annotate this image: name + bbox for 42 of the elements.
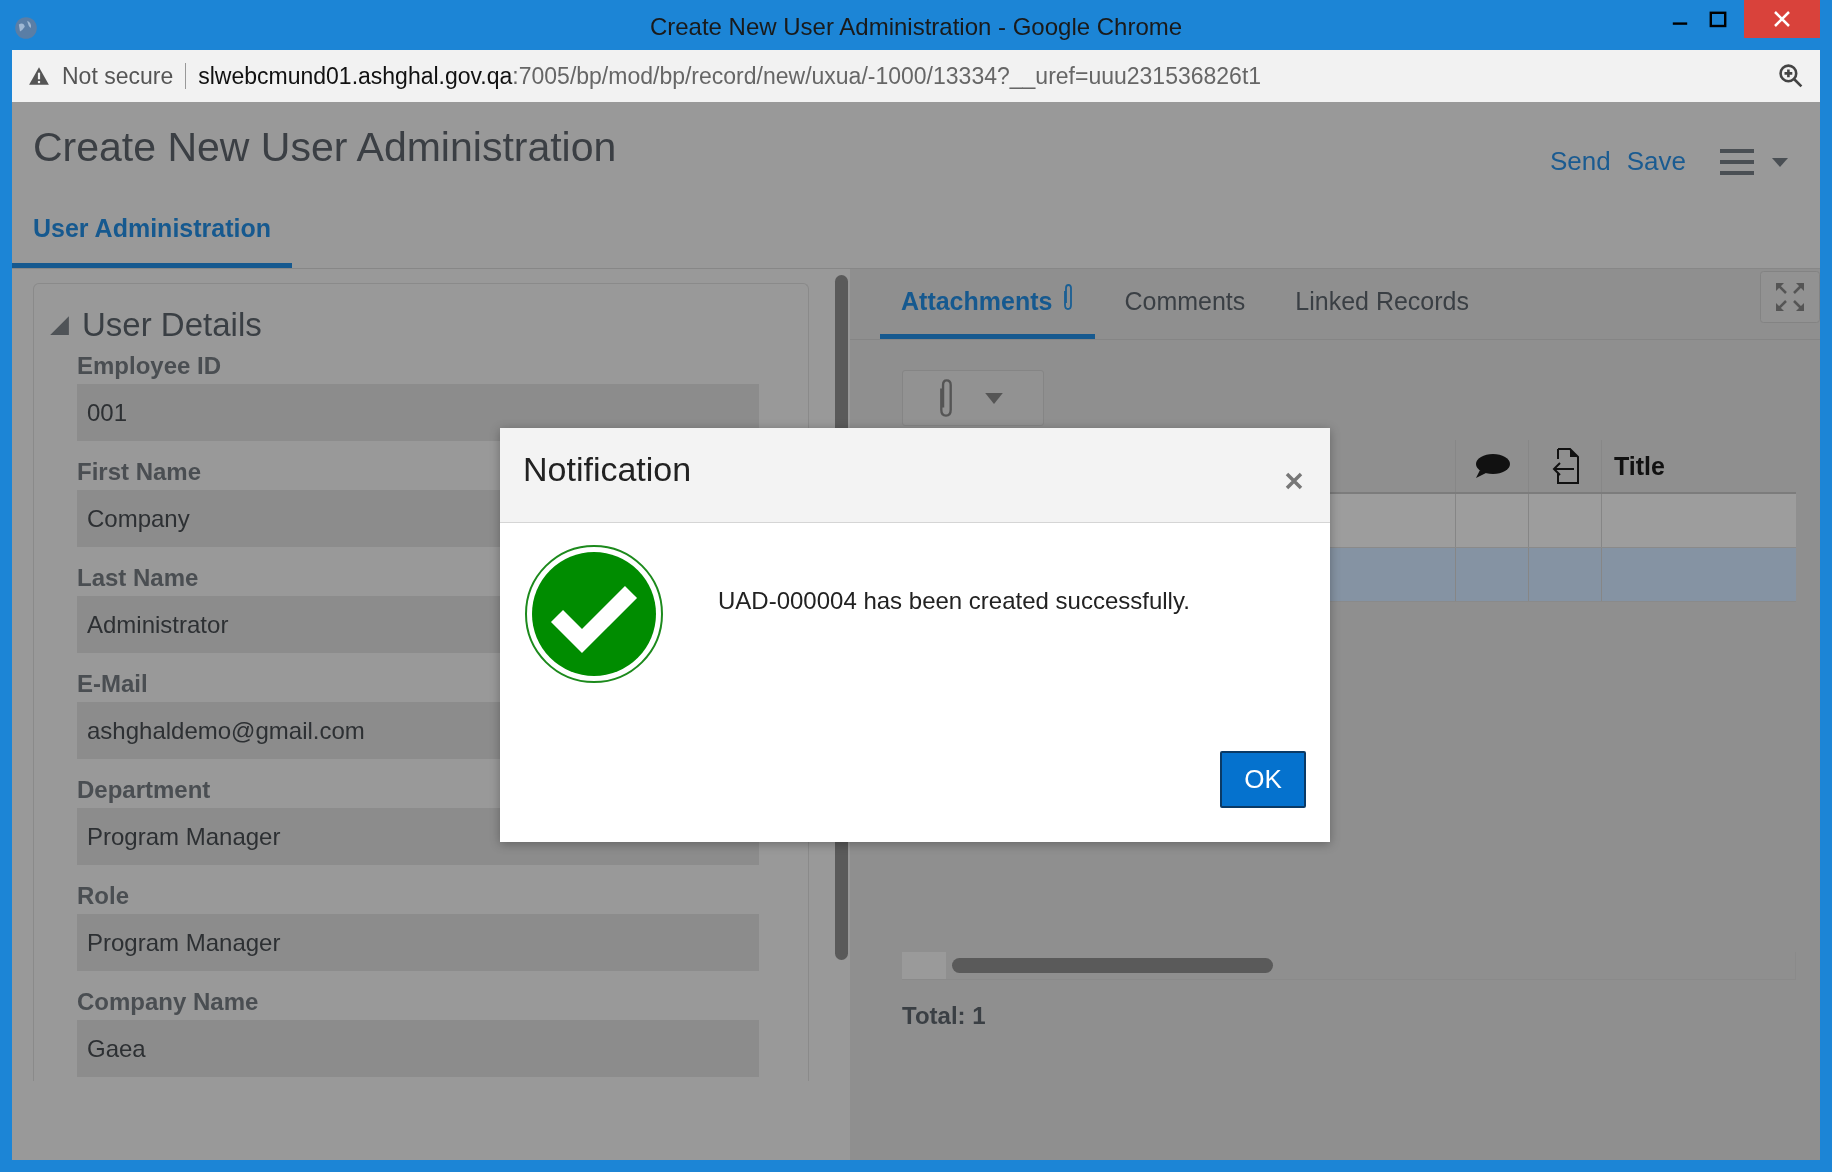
column-header[interactable]: Title <box>1601 440 1796 492</box>
success-check-icon <box>524 544 664 684</box>
file-import-icon <box>1550 448 1580 484</box>
field-label: Company Name <box>77 988 259 1016</box>
paperclip-icon <box>937 378 955 418</box>
globe-icon <box>14 16 38 40</box>
tab[interactable]: Linked Records <box>1274 287 1490 339</box>
input-field[interactable]: Program Manager <box>77 914 759 971</box>
input-field[interactable]: 001 <box>77 384 759 441</box>
action-link[interactable]: Save <box>1626 146 1686 177</box>
collapse-triangle-icon[interactable] <box>48 314 70 336</box>
comment-icon <box>1474 453 1510 479</box>
field-label: Employee ID <box>77 352 222 380</box>
warning-icon <box>28 65 50 87</box>
close-icon[interactable] <box>1284 471 1304 491</box>
tab[interactable]: Comments <box>1103 287 1267 339</box>
tab[interactable]: Attachments <box>880 287 1096 339</box>
dialog-title: Notification <box>523 449 692 489</box>
page-title: Create New User Administration <box>33 124 617 171</box>
ok-button[interactable]: OK <box>1220 751 1306 808</box>
close-icon[interactable] <box>1744 0 1820 38</box>
caret-icon <box>985 392 1003 404</box>
field-label: E-Mail <box>77 670 148 698</box>
total-count: Total: 1 <box>902 1002 986 1030</box>
address-bar[interactable]: Not secure slwebcmund01.ashghal.gov.qa:7005/bp/mod/bp/record/new/uxua/-1000/13334?__uref=uuu231536826t1 <box>12 50 1820 102</box>
url-text: slwebcmund01.ashghal.gov.qa:7005/bp/mod/bp/record/new/uxua/-1000/13334?__uref=uuu231536826t1 <box>198 62 1263 90</box>
attach-button[interactable] <box>902 370 1044 426</box>
zoom-icon[interactable] <box>1778 63 1804 89</box>
action-link[interactable]: Send <box>1550 146 1611 177</box>
field-label: Department <box>77 776 211 804</box>
section-title: User Details <box>82 306 262 344</box>
field-label: Role <box>77 882 129 910</box>
input-field[interactable]: Gaea <box>77 1020 759 1077</box>
window-title: Create New User Administration - Google Chrome <box>649 13 1183 41</box>
tab[interactable]: User Administration <box>12 202 292 268</box>
security-label: Not secure <box>62 62 174 90</box>
expand-icon[interactable] <box>1760 271 1820 323</box>
paperclip-icon <box>1062 282 1075 311</box>
menu-icon[interactable] <box>1720 146 1790 177</box>
field-label: First Name <box>77 458 202 486</box>
field-label: Last Name <box>77 564 199 592</box>
horizontal-scrollbar[interactable] <box>902 952 1796 980</box>
